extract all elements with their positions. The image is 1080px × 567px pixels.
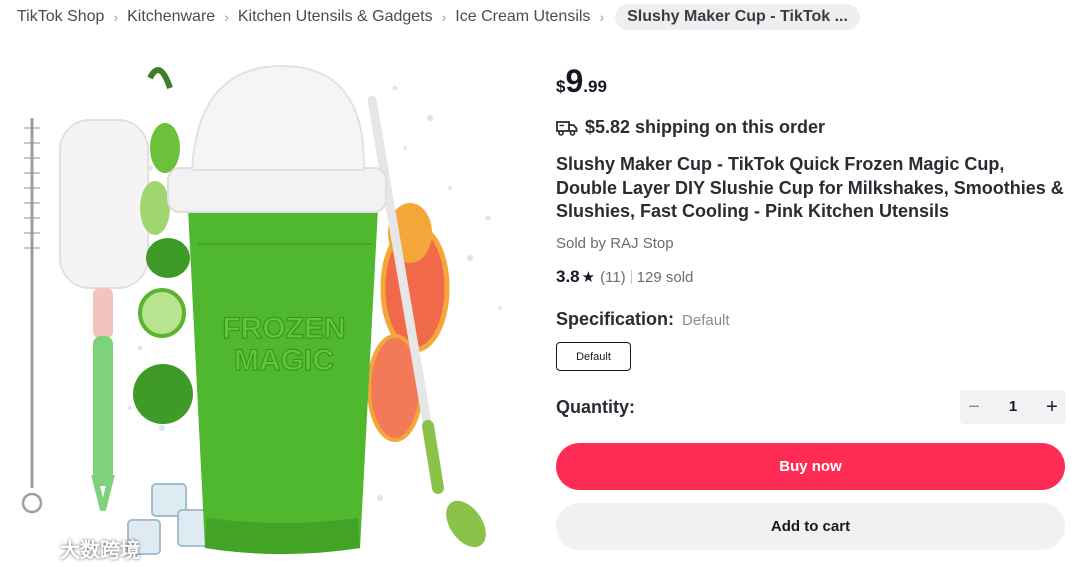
product-title: Slushy Maker Cup - TikTok Quick Frozen M… [556, 154, 1064, 221]
watermark: 大数跨境 [8, 534, 140, 563]
rating: 3.8 ★ (11) 129 sold [556, 267, 693, 287]
breadcrumb: TikTok Shop › Kitchenware › Kitchen Uten… [17, 4, 860, 30]
price-currency: $ [556, 77, 566, 96]
chevron-right-icon: › [113, 9, 119, 25]
rating-divider [630, 270, 632, 284]
breadcrumb-item-kitchen-utensils[interactable]: Kitchen Utensils & Gadgets [238, 8, 433, 26]
breadcrumb-item-tiktok-shop[interactable]: TikTok Shop [17, 8, 104, 26]
breadcrumb-item-ice-cream-utensils[interactable]: Ice Cream Utensils [455, 8, 590, 26]
decrease-quantity-button[interactable]: − [960, 390, 988, 424]
price-fraction: .99 [583, 77, 607, 96]
quantity-label: Quantity: [556, 397, 635, 417]
quantity-stepper: − 1 + [960, 390, 1066, 424]
specification-label: Specification: [556, 309, 675, 329]
shipping-text: $5.82 shipping on this order [585, 117, 826, 137]
truck-icon [556, 120, 578, 136]
chevron-right-icon: › [224, 9, 229, 25]
breadcrumb-current: Slushy Maker Cup - TikTok ... [615, 4, 860, 30]
breadcrumb-item-kitchenware[interactable]: Kitchenware [127, 8, 215, 26]
sold-count: 129 sold [636, 268, 694, 286]
rating-score: 3.8 [556, 267, 580, 286]
add-to-cart-button[interactable]: Add to cart [556, 503, 1065, 550]
increase-quantity-button[interactable]: + [1038, 390, 1066, 424]
spec-option-default[interactable]: Default [556, 342, 631, 371]
price-whole: 9 [565, 63, 584, 99]
watermark-text: 大数跨境 [60, 540, 140, 562]
review-count[interactable]: (11) [600, 269, 626, 286]
specification: Specification: Default [556, 309, 730, 330]
seller-name[interactable]: Sold by RAJ Stop [556, 235, 674, 252]
quantity-value[interactable]: 1 [988, 390, 1038, 424]
buy-now-button[interactable]: Buy now [556, 443, 1065, 490]
cup-text-line1: FROZEN [222, 312, 345, 345]
chevron-right-icon: › [599, 9, 605, 25]
product-image[interactable]: FROZEN MAGIC 大数跨境 [0, 48, 540, 567]
cup-text-line2: MAGIC [234, 344, 334, 377]
specification-value: Default [682, 312, 730, 329]
watermark-logo-icon [9, 539, 54, 558]
shipping-info: $5.82 shipping on this order [556, 117, 825, 138]
product-illustration: FROZEN MAGIC [21, 64, 502, 555]
chevron-right-icon: › [441, 9, 447, 25]
star-icon: ★ [581, 269, 596, 286]
price: $ 9 .99 [556, 64, 607, 98]
